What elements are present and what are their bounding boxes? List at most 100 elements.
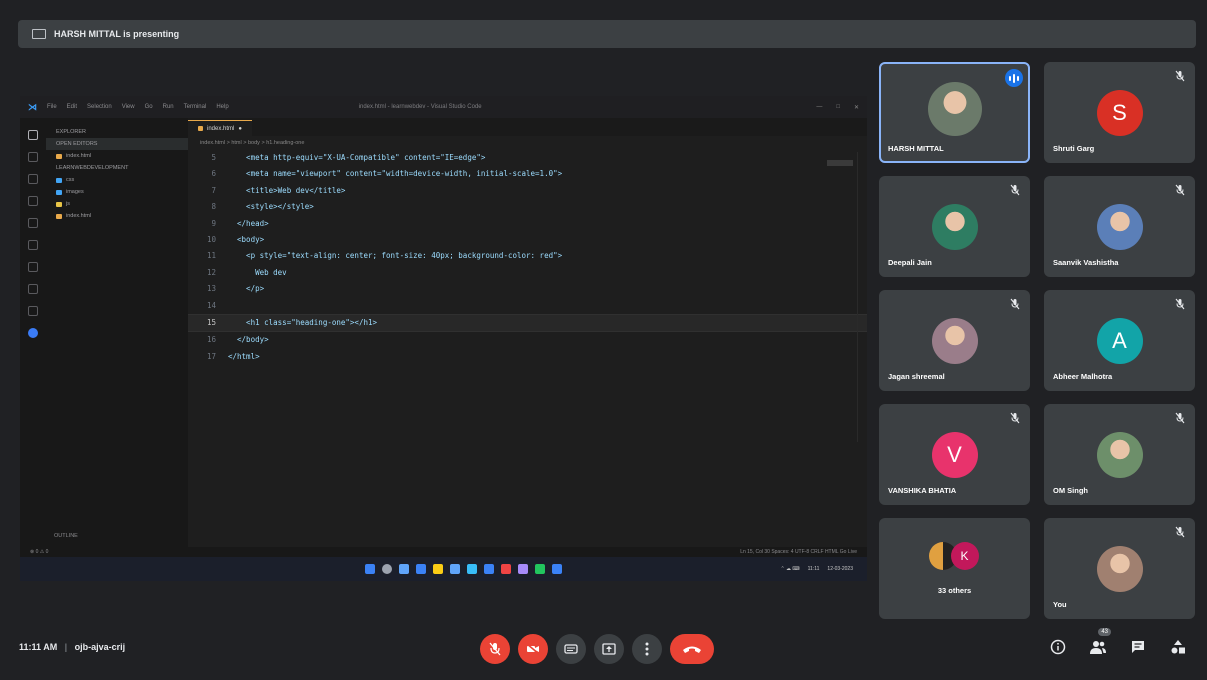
participant-tile[interactable]: A Abheer Malhotra <box>1044 290 1195 391</box>
separator: | <box>64 642 68 652</box>
vscode-menu-run: Run <box>162 104 174 110</box>
search-icon <box>382 564 392 574</box>
extensions-activity-icon <box>28 218 38 228</box>
project-folder: LEARNWEBDEVELOPMENT <box>56 165 129 171</box>
vscode-explorer: EXPLORER OPEN EDITORS index.html LEARNWE… <box>46 118 188 547</box>
line-number: 7 <box>211 185 216 195</box>
editor-tabs: index.html ● <box>188 118 867 136</box>
code-text: </p> <box>228 284 265 294</box>
participant-tile[interactable]: You <box>1044 518 1195 619</box>
editor-breadcrumb: index.html > html > body > h1.heading-on… <box>200 140 305 146</box>
timeline-activity-icon <box>28 306 38 316</box>
code-line: 7 <title>Web dev</title> <box>188 183 867 199</box>
mic-off-icon <box>1175 412 1185 424</box>
participant-photo <box>927 82 982 136</box>
code-text: </head> <box>228 218 269 228</box>
line-number: 13 <box>206 284 216 294</box>
participant-name: You <box>1053 600 1067 609</box>
vscode-editor: index.html ● index.html > html > body > … <box>188 118 867 547</box>
people-button[interactable]: 43 <box>1087 628 1111 658</box>
hang-up-icon <box>683 646 701 653</box>
speaking-indicator-icon <box>1005 69 1023 87</box>
remote-activity-icon <box>28 240 38 250</box>
vscode-activity-bar <box>20 118 46 547</box>
explorer-activity-icon <box>28 130 38 140</box>
line-number: 6 <box>211 169 216 179</box>
participant-photo <box>931 204 978 250</box>
participant-tile[interactable]: S Shruti Garg <box>1044 62 1195 163</box>
activities-icon <box>1171 640 1185 654</box>
vscode-menu-terminal: Terminal <box>183 104 207 110</box>
leave-call-button[interactable] <box>670 634 714 664</box>
chat-button[interactable] <box>1127 636 1149 658</box>
line-number: 8 <box>211 202 216 212</box>
participant-tile[interactable]: Deepali Jain <box>879 176 1030 277</box>
folder-item: js <box>46 198 188 210</box>
line-number: 16 <box>206 335 216 345</box>
participant-avatar: A <box>1096 318 1143 364</box>
html-file-icon <box>198 126 203 131</box>
participant-avatar: V <box>931 432 978 478</box>
search-activity-icon <box>28 152 38 162</box>
line-number: 15 <box>206 318 216 328</box>
outline-section: OUTLINE <box>54 533 78 539</box>
participant-tile[interactable]: Jagan shreemal <box>879 290 1030 391</box>
participant-name: Jagan shreemal <box>888 372 945 381</box>
meeting-code: ojb-ajva-crij <box>74 642 126 652</box>
vscode-menu-go: Go <box>144 104 153 110</box>
app-icon <box>501 564 511 574</box>
more-options-button[interactable] <box>632 634 662 664</box>
code-text: <body> <box>228 235 265 245</box>
meeting-details-button[interactable] <box>1047 636 1069 658</box>
file-explorer-icon <box>433 564 443 574</box>
participant-avatar: S <box>1096 90 1143 136</box>
vscode-menu-view: View <box>121 104 135 110</box>
code-line: 5 <meta http-equiv="X-UA-Compatible" con… <box>188 150 867 166</box>
open-editors-section: OPEN EDITORS <box>46 138 188 150</box>
participant-name: Shruti Garg <box>1053 144 1095 153</box>
source-control-activity-icon <box>28 174 38 184</box>
folder-item: css <box>46 174 188 186</box>
vscode-window-title: index.html - learnwebdev - Visual Studio… <box>358 104 482 110</box>
participant-photo <box>1096 432 1143 478</box>
line-number: 17 <box>206 351 216 361</box>
open-editor-item: index.html <box>46 150 188 162</box>
code-line: 11 <p style="text-align: center; font-si… <box>188 248 867 264</box>
participant-tile[interactable]: V VANSHIKA BHATIA <box>879 404 1030 505</box>
code-text: </body> <box>228 335 269 345</box>
participant-name: OM Singh <box>1053 486 1088 495</box>
captions-button[interactable] <box>556 634 586 664</box>
modified-dot-icon: ● <box>238 125 242 132</box>
mail-icon <box>484 564 494 574</box>
present-now-button[interactable] <box>594 634 624 664</box>
tray-time: 11:11 <box>807 566 820 572</box>
code-text: </html> <box>228 351 260 361</box>
camera-toggle-button[interactable] <box>518 634 548 664</box>
people-count-badge: 43 <box>1098 628 1111 636</box>
participant-tile[interactable]: OM Singh <box>1044 404 1195 505</box>
vscode-window-controls: — □ ✕ <box>816 103 859 111</box>
present-icon <box>602 643 616 655</box>
presenting-banner: HARSH MITTAL is presenting <box>18 20 1196 48</box>
testing-activity-icon <box>28 262 38 272</box>
windows-taskbar: ⌃ ☁ ⌨ 11:11 12-03-2023 <box>20 557 867 581</box>
folder-icon <box>56 189 62 195</box>
participant-tile[interactable]: HARSH MITTAL <box>879 62 1030 163</box>
activities-button[interactable] <box>1167 636 1189 658</box>
mic-off-icon <box>1010 184 1020 196</box>
participant-name: HARSH MITTAL <box>888 144 944 153</box>
app-icon <box>518 564 528 574</box>
folder-icon <box>56 201 62 207</box>
system-tray: ⌃ ☁ ⌨ 11:11 12-03-2023 <box>780 557 853 581</box>
vscode-statusbar: ⊗ 0 ⚠ 0 Ln 15, Col 30 Spaces: 4 UTF-8 CR… <box>20 547 867 557</box>
microphone-toggle-button[interactable] <box>480 634 510 664</box>
code-text: <meta http-equiv="X-UA-Compatible" conte… <box>228 153 486 162</box>
debug-activity-icon <box>28 196 38 206</box>
participant-tile[interactable]: K 33 others <box>879 518 1030 619</box>
widgets-icon <box>416 564 426 574</box>
mic-off-icon <box>489 642 501 656</box>
code-text: Web dev <box>228 267 287 277</box>
code-line: 15 <h1 class="heading-one"></h1> <box>188 314 867 333</box>
participant-name: VANSHIKA BHATIA <box>888 486 957 495</box>
participant-tile[interactable]: Saanvik Vashistha <box>1044 176 1195 277</box>
